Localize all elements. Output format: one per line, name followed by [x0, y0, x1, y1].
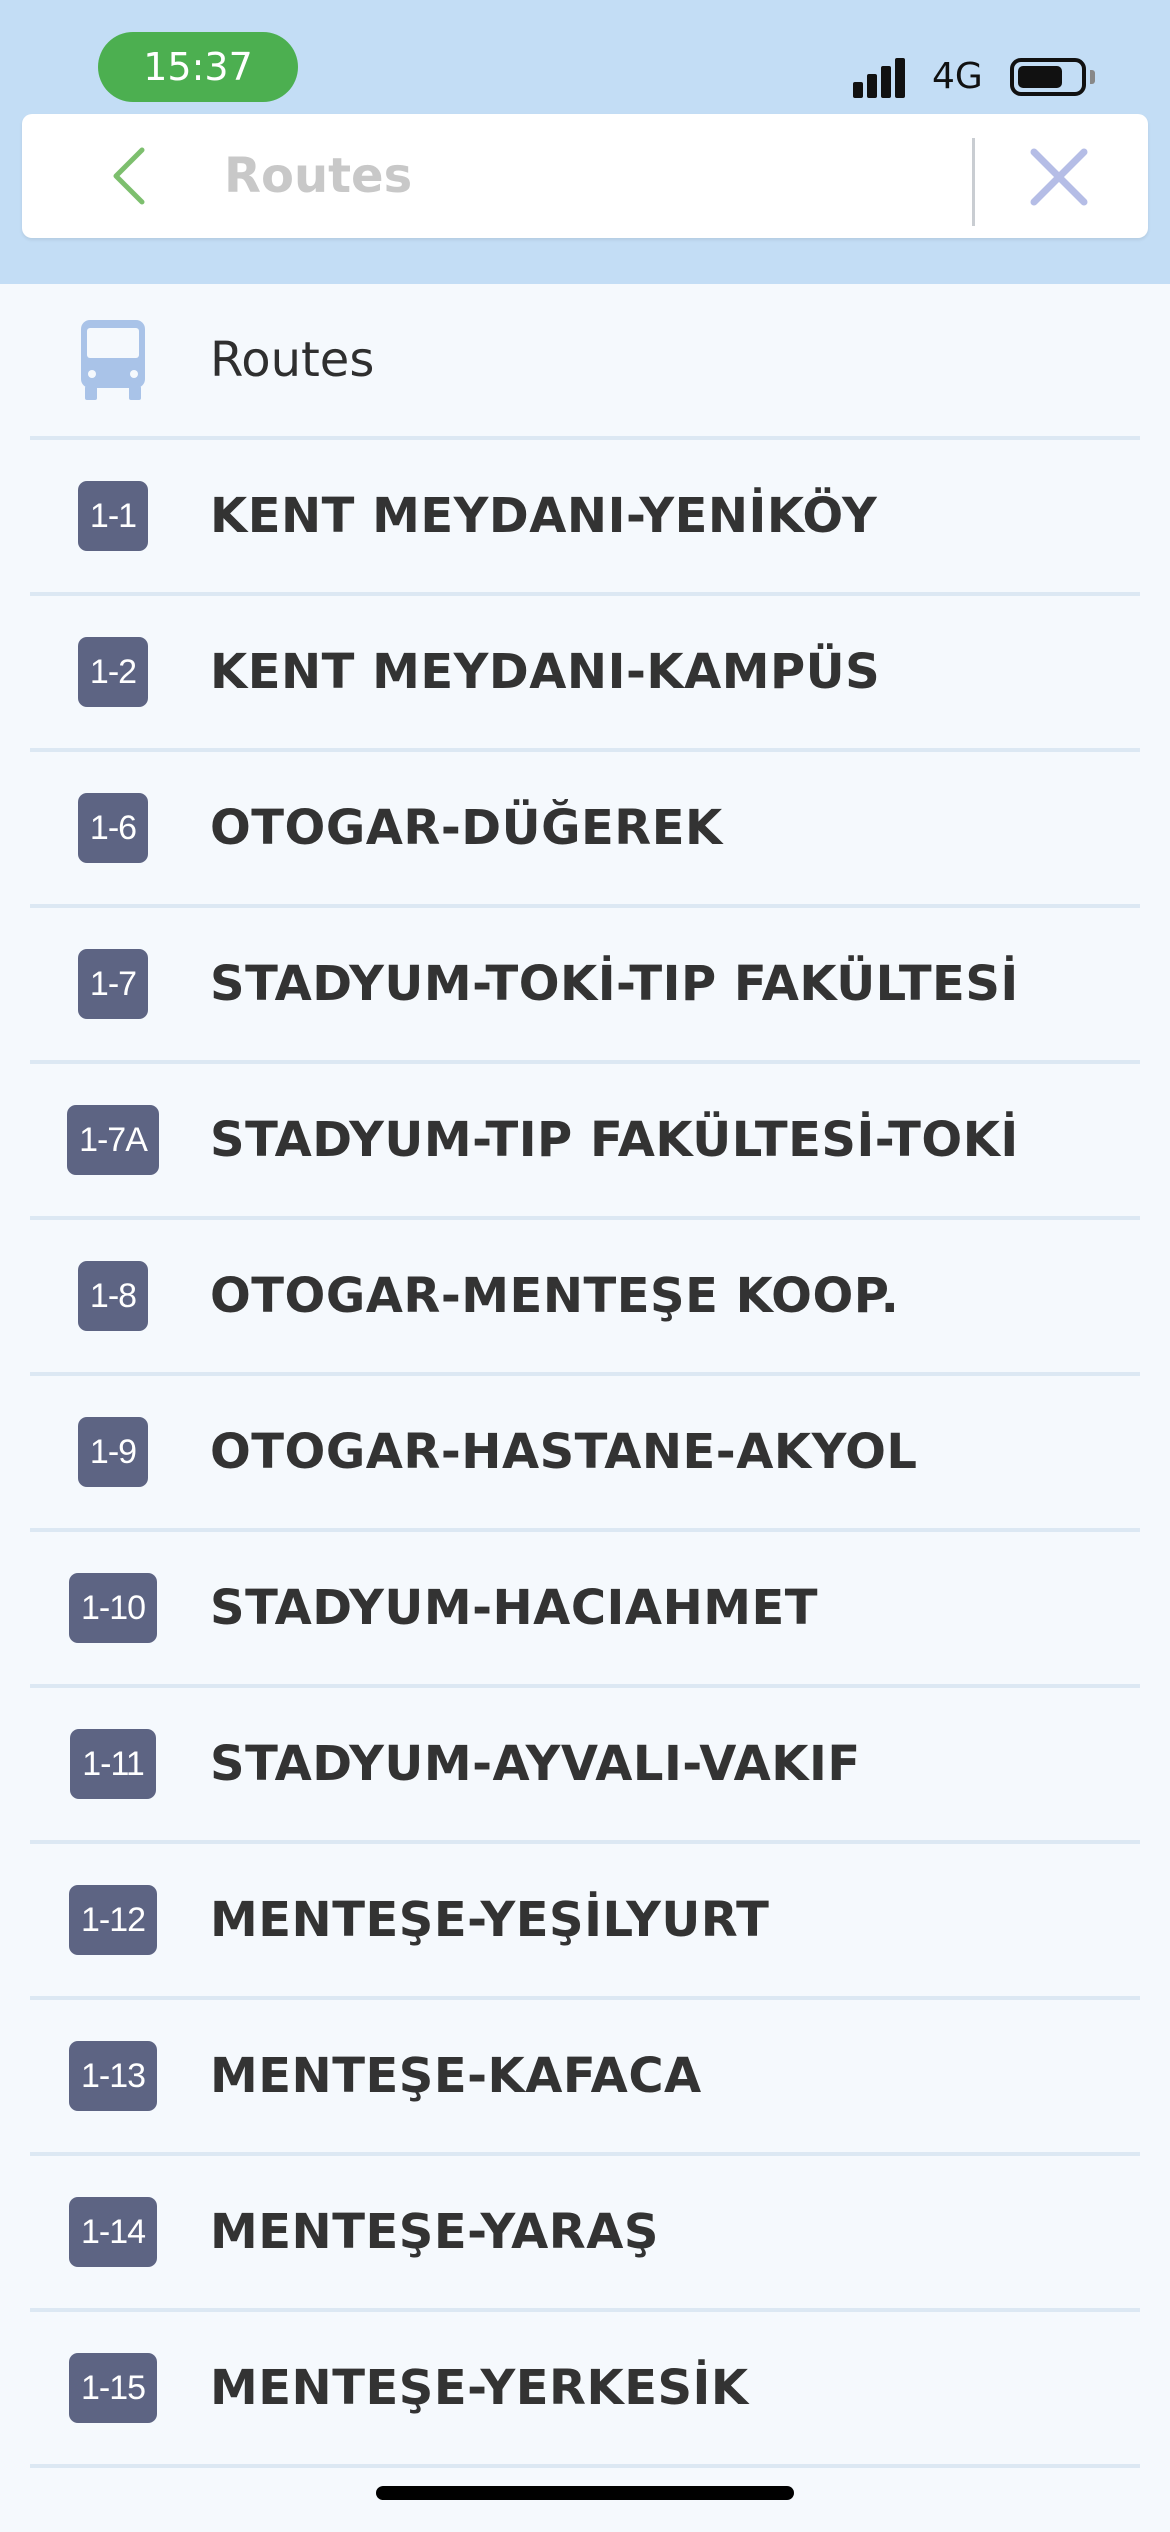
route-name: OTOGAR-DÜĞEREK [210, 800, 723, 856]
route-code-badge: 1-1 [77, 481, 149, 551]
route-item[interactable]: 1-2 KENT MEYDANI-KAMPÜS [0, 596, 1170, 752]
route-badge-cell: 1-10 [40, 1532, 186, 1684]
route-code-badge: 1-6 [77, 793, 149, 863]
divider [972, 138, 975, 226]
route-badge-cell: 1-13 [40, 2000, 186, 2152]
route-badge-cell: 1-2 [40, 596, 186, 748]
search-bar [22, 114, 1148, 238]
route-item[interactable]: 1-7 STADYUM-TOKİ-TIP FAKÜLTESİ [0, 908, 1170, 1064]
route-item[interactable]: 1-8 OTOGAR-MENTEŞE KOOP. [0, 1220, 1170, 1376]
close-icon[interactable] [1026, 144, 1092, 210]
route-badge-cell: 1-12 [40, 1844, 186, 1996]
route-item[interactable]: 1-14 MENTEŞE-YARAŞ [0, 2156, 1170, 2312]
route-item[interactable]: 1-10 STADYUM-HACIAHMET [0, 1532, 1170, 1688]
list-header-label: Routes [210, 332, 375, 388]
route-item[interactable]: 1-13 MENTEŞE-KAFACA [0, 2000, 1170, 2156]
route-code-badge: 1-13 [68, 2041, 158, 2111]
route-item[interactable]: 1-12 MENTEŞE-YEŞİLYURT [0, 1844, 1170, 2000]
route-code-badge: 1-10 [68, 1573, 158, 1643]
route-item[interactable]: 1-1 KENT MEYDANI-YENİKÖY [0, 440, 1170, 596]
list-header-routes[interactable]: Routes [0, 284, 1170, 440]
route-badge-cell: 1-8 [40, 1220, 186, 1372]
route-badge-cell: 1-9 [40, 1376, 186, 1528]
bus-icon [40, 284, 186, 436]
battery-cap [1090, 70, 1095, 84]
route-item[interactable]: 1-6 OTOGAR-DÜĞEREK [0, 752, 1170, 908]
route-name: MENTEŞE-YEŞİLYURT [210, 1892, 770, 1948]
route-item[interactable]: 1-9 OTOGAR-HASTANE-AKYOL [0, 1376, 1170, 1532]
route-item[interactable]: 1-15 MENTEŞE-YERKESİK [0, 2312, 1170, 2468]
route-name: MENTEŞE-YARAŞ [210, 2204, 659, 2260]
route-code-badge: 1-12 [68, 1885, 158, 1955]
route-name: STADYUM-TOKİ-TIP FAKÜLTESİ [210, 956, 1019, 1012]
route-item[interactable]: 1-11 STADYUM-AYVALI-VAKIF [0, 1688, 1170, 1844]
route-name: OTOGAR-HASTANE-AKYOL [210, 1424, 918, 1480]
network-type: 4G [932, 56, 983, 97]
route-badge-cell: 1-6 [40, 752, 186, 904]
status-bar: 15:37 4G [0, 0, 1170, 112]
route-name: MENTEŞE-YERKESİK [210, 2360, 749, 2416]
route-code-badge: 1-8 [77, 1261, 149, 1331]
route-code-badge: 1-11 [70, 1729, 156, 1799]
route-badge-cell: 1-7A [40, 1064, 186, 1216]
route-name: KENT MEYDANI-YENİKÖY [210, 488, 878, 544]
route-badge-cell: 1-11 [40, 1688, 186, 1840]
route-code-badge: 1-2 [77, 637, 149, 707]
route-code-badge: 1-15 [68, 2353, 158, 2423]
route-badge-cell: 1-14 [40, 2156, 186, 2308]
route-name: KENT MEYDANI-KAMPÜS [210, 644, 881, 700]
route-code-badge: 1-7 [77, 949, 149, 1019]
route-code-badge: 1-9 [77, 1417, 149, 1487]
route-code-badge: 1-7A [67, 1105, 159, 1175]
signal-icon [853, 56, 915, 98]
battery-icon [1010, 58, 1086, 96]
route-badge-cell: 1-7 [40, 908, 186, 1060]
route-badge-cell: 1-1 [40, 440, 186, 592]
status-time[interactable]: 15:37 [98, 32, 298, 102]
route-code-badge: 1-14 [68, 2197, 158, 2267]
route-name: STADYUM-HACIAHMET [210, 1580, 819, 1636]
route-badge-cell: 1-15 [40, 2312, 186, 2464]
routes-list: Routes 1-1 KENT MEYDANI-YENİKÖY 1-2 KENT ME… [0, 284, 1170, 2468]
chevron-left-icon[interactable] [100, 144, 164, 208]
route-item[interactable]: 1-7A STADYUM-TIP FAKÜLTESİ-TOKİ [0, 1064, 1170, 1220]
route-name: STADYUM-TIP FAKÜLTESİ-TOKİ [210, 1112, 1019, 1168]
search-input[interactable] [224, 138, 944, 214]
route-name: MENTEŞE-KAFACA [210, 2048, 702, 2104]
route-name: OTOGAR-MENTEŞE KOOP. [210, 1268, 900, 1324]
route-name: STADYUM-AYVALI-VAKIF [210, 1736, 861, 1792]
home-indicator[interactable] [376, 2486, 794, 2500]
